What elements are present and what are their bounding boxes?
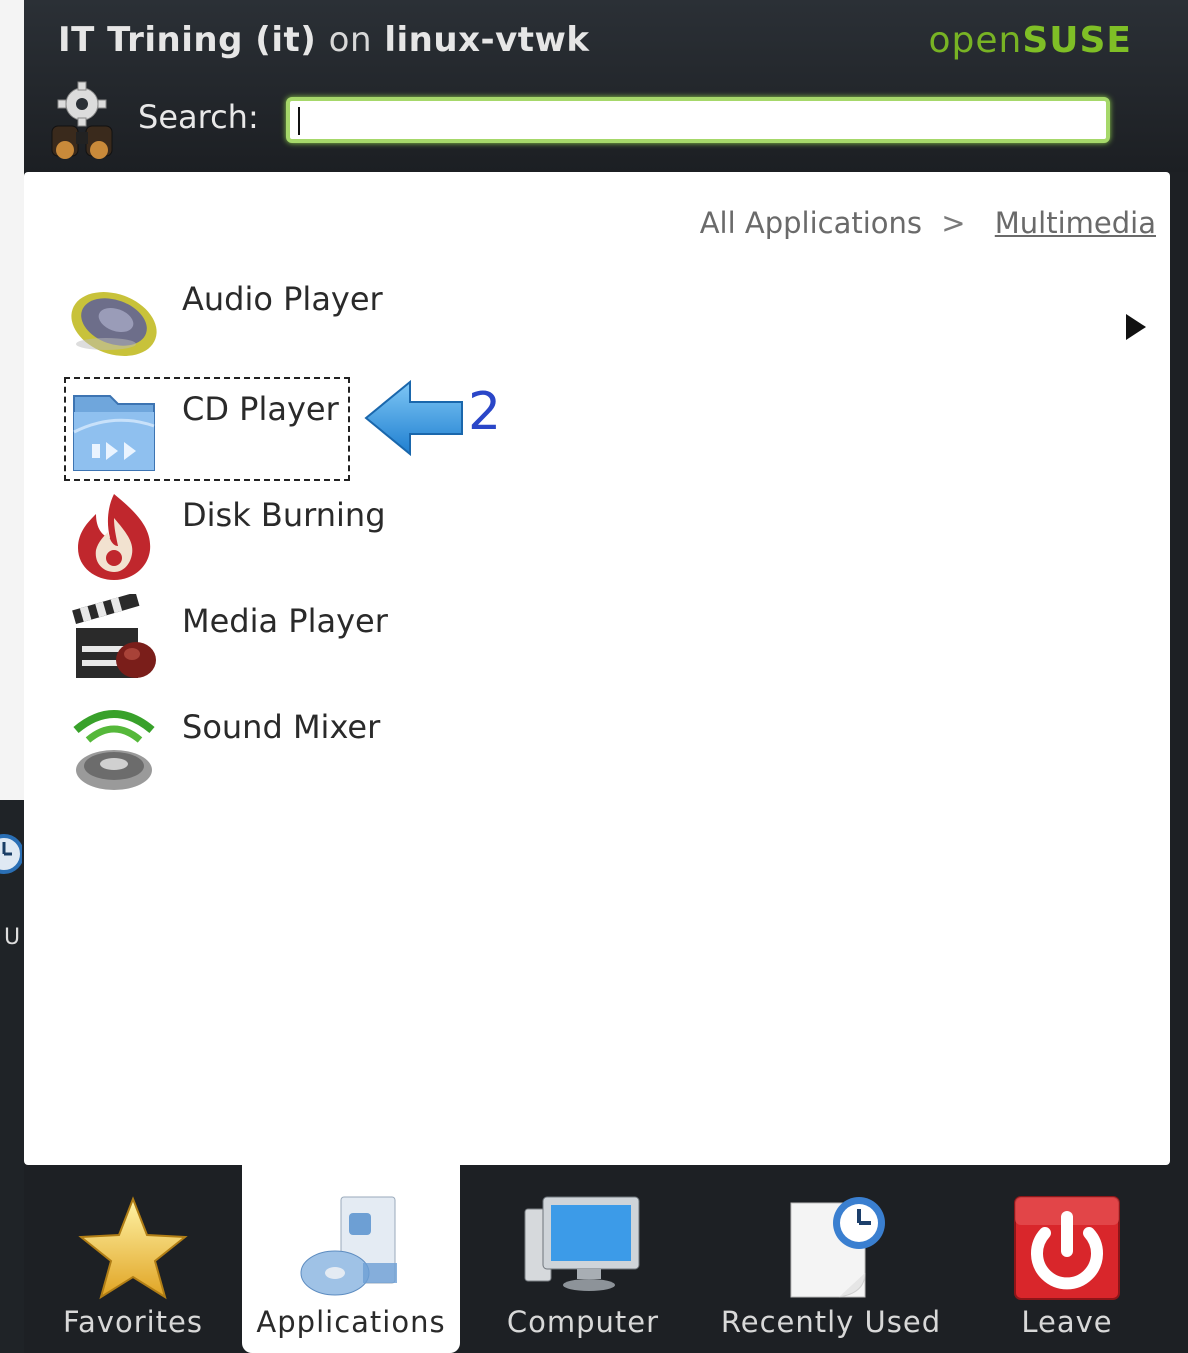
app-label: Sound Mixer — [182, 708, 381, 746]
app-item-media-player[interactable]: Media Player — [60, 594, 480, 694]
tab-applications[interactable]: Applications — [242, 1165, 460, 1353]
computer-icon — [524, 1196, 640, 1291]
applications-icon — [300, 1196, 397, 1296]
tab-computer[interactable]: Computer — [460, 1165, 706, 1353]
annotation-number: 2 — [468, 382, 502, 442]
search-binoculars-icon — [51, 81, 113, 159]
tab-label: Applications — [256, 1305, 446, 1339]
breadcrumb-all-applications[interactable]: All Applications — [700, 206, 922, 240]
bottom-tab-bar: Favorites Applications Computer Recently… — [24, 1165, 1188, 1353]
disk-burning-icon — [78, 494, 151, 580]
menu-header: IT Trining (it) on linux-vtwk openSUSE S… — [24, 0, 1188, 172]
search-field-container[interactable] — [286, 97, 1110, 143]
kickoff-menu: IT Trining (it) on linux-vtwk openSUSE S… — [24, 0, 1188, 1353]
search-input[interactable] — [290, 101, 1106, 139]
keyboard-focus-outline — [64, 377, 350, 481]
applications-view: All Applications > Multimedia Audio Play… — [24, 172, 1170, 1165]
tab-favorites[interactable]: Favorites — [24, 1165, 242, 1353]
app-item-audio-player[interactable]: Audio Player — [60, 272, 480, 372]
speaker-icon — [71, 292, 157, 356]
recent-document-icon — [790, 1197, 885, 1298]
tab-label: Computer — [506, 1305, 660, 1339]
clock-icon — [0, 834, 22, 874]
desktop-peek-label: U — [4, 925, 21, 950]
app-item-sound-mixer[interactable]: Sound Mixer — [60, 700, 480, 800]
title-user: IT Trining (it) — [58, 20, 317, 60]
search-label: Search: — [138, 98, 259, 136]
tab-label: Leave — [1021, 1305, 1113, 1339]
desktop-background: U — [0, 0, 24, 1353]
title-on: on — [328, 20, 372, 60]
breadcrumb-current[interactable]: Multimedia — [995, 206, 1156, 240]
app-label: Media Player — [182, 602, 388, 640]
tab-leave[interactable]: Leave — [956, 1165, 1178, 1353]
tab-label: Recently Used — [720, 1305, 942, 1339]
sound-mixer-icon — [73, 710, 155, 790]
app-item-disk-burning[interactable]: Disk Burning — [60, 488, 480, 588]
title-host: linux-vtwk — [384, 20, 590, 60]
tab-label: Favorites — [63, 1305, 203, 1339]
expand-submenu-icon[interactable] — [1124, 312, 1148, 342]
app-label: Audio Player — [182, 280, 383, 318]
brand-suse: SUSE — [1022, 20, 1132, 61]
breadcrumb: All Applications > Multimedia — [700, 206, 1156, 240]
power-icon — [1014, 1196, 1120, 1300]
star-icon — [78, 1196, 188, 1300]
brand-open: open — [928, 20, 1023, 61]
annotation-arrow-icon — [364, 380, 463, 456]
app-label: Disk Burning — [182, 496, 386, 534]
clapperboard-icon — [72, 594, 156, 678]
breadcrumb-separator: > — [941, 206, 966, 240]
tab-recently-used[interactable]: Recently Used — [706, 1165, 956, 1353]
text-caret — [298, 107, 300, 135]
opensuse-logo: openSUSE — [928, 20, 1132, 61]
menu-title: IT Trining (it) on linux-vtwk — [58, 20, 590, 60]
